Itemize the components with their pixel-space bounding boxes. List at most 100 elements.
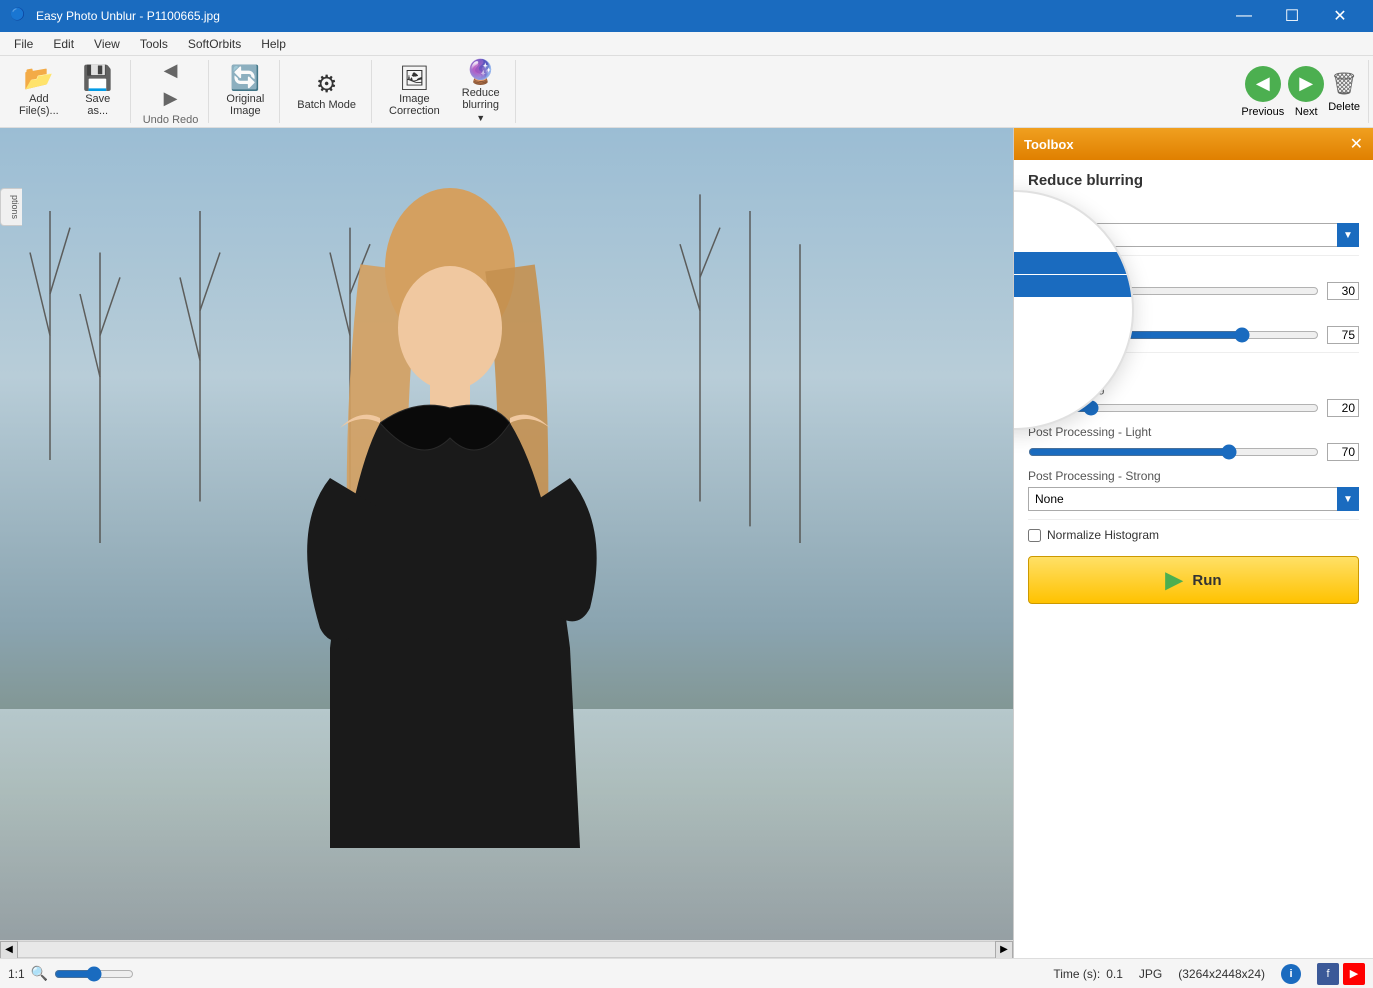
undo-redo-container: ◀ ▶ Undo Redo — [139, 58, 203, 126]
resolution-section: (3264x2448x24) — [1178, 967, 1265, 981]
reduce-blurring-button[interactable]: 🔮 Reduceblurring ▼ — [453, 62, 509, 122]
scroll-left-button[interactable]: ◀ — [0, 941, 18, 959]
status-bar: 1:1 🔍 Time (s): 0.1 JPG (3264x2448x24) i… — [0, 958, 1373, 988]
next-nav-item: ▶ Next — [1288, 66, 1324, 118]
previous-button[interactable]: ◀ — [1245, 66, 1281, 102]
app-icon: 🔵 — [10, 7, 28, 25]
batch-group: ⚙ Batch Mode — [282, 60, 372, 123]
batch-mode-label: Batch Mode — [297, 99, 356, 111]
post-strong-select[interactable]: None Light Medium Strong — [1028, 487, 1359, 511]
divider-3 — [1028, 519, 1359, 520]
run-button[interactable]: ▶ Run — [1028, 556, 1359, 604]
time-value: 0.1 — [1106, 967, 1123, 981]
add-files-button[interactable]: 📂 AddFile(s)... — [10, 62, 68, 122]
social-buttons: f ▶ — [1317, 963, 1365, 985]
smoothness-slider-row: 30 — [1028, 282, 1359, 300]
menu-file[interactable]: File — [4, 32, 43, 55]
add-files-icon: 📂 — [24, 67, 54, 91]
next-button[interactable]: ▶ — [1288, 66, 1324, 102]
maximize-button[interactable]: ☐ — [1269, 0, 1315, 32]
presets-label: Presets — [1028, 203, 1359, 217]
run-arrow-icon: ▶ — [1165, 567, 1182, 593]
toolbox-close-button[interactable]: ✕ — [1350, 134, 1363, 154]
post-strong-label: Post Processing - Strong — [1028, 469, 1359, 483]
image-correction-button[interactable]: 🖼 ImageCorrection — [380, 62, 449, 122]
minimize-button[interactable]: — — [1221, 0, 1267, 32]
toolbox-panel: Toolbox ✕ Light Gentle Soft Medium Stron… — [1013, 128, 1373, 958]
menu-softorbits[interactable]: SoftOrbits — [178, 32, 251, 55]
toolbox-body: Light Gentle Soft Medium Strong Reduce b… — [1014, 160, 1373, 616]
time-label: Time (s): — [1053, 967, 1100, 981]
post-light-slider[interactable] — [1028, 443, 1319, 461]
toolbox-header: Toolbox ✕ — [1014, 128, 1373, 160]
preprocessing-slider[interactable] — [1028, 399, 1319, 417]
detail-slider[interactable] — [1028, 326, 1319, 344]
undo-group: ◀ ▶ Undo Redo — [133, 60, 210, 123]
batch-mode-button[interactable]: ⚙ Batch Mode — [288, 62, 365, 122]
detail-group: Detail 75 — [1028, 308, 1359, 344]
scroll-track[interactable] — [18, 941, 995, 958]
preprocessing-label: Preprocessing — [1028, 381, 1359, 395]
close-button[interactable]: ✕ — [1317, 0, 1363, 32]
youtube-button[interactable]: ▶ — [1343, 963, 1365, 985]
options-handle[interactable]: ptions — [0, 188, 22, 226]
save-icon: 💾 — [83, 67, 113, 91]
time-section: Time (s): 0.1 — [1053, 967, 1123, 981]
delete-button[interactable]: 🗑 — [1330, 71, 1358, 97]
title-bar: 🔵 Easy Photo Unblur - P1100665.jpg — ☐ ✕ — [0, 0, 1373, 32]
view-group: 🔄 OriginalImage — [211, 60, 280, 123]
original-image-icon: 🔄 — [230, 67, 260, 91]
denoise-label: Denoise — [1028, 361, 1359, 375]
divider-1 — [1028, 255, 1359, 256]
zoom-level: 1:1 — [8, 967, 25, 981]
undo-button[interactable]: ◀ — [153, 58, 189, 84]
toolbox-title: Toolbox — [1024, 137, 1074, 152]
delete-label: Delete — [1328, 101, 1360, 113]
detail-slider-row: 75 — [1028, 326, 1359, 344]
menu-view[interactable]: View — [84, 32, 130, 55]
menu-edit[interactable]: Edit — [43, 32, 84, 55]
run-label: Run — [1192, 572, 1221, 589]
image-area[interactable]: ptions ◀ ▶ — [0, 128, 1013, 958]
post-light-group: Post Processing - Light 70 — [1028, 425, 1359, 461]
resolution-value: (3264x2448x24) — [1178, 967, 1265, 981]
detail-label: Detail — [1028, 308, 1359, 322]
normalize-checkbox[interactable] — [1028, 529, 1041, 542]
file-format: JPG — [1139, 967, 1162, 981]
redo-button[interactable]: ▶ — [153, 86, 189, 112]
previous-label: Previous — [1241, 106, 1284, 118]
dropdown-arrow-small: ▼ — [476, 113, 485, 123]
normalize-row: Normalize Histogram — [1028, 528, 1359, 542]
smoothness-slider[interactable] — [1028, 282, 1319, 300]
facebook-button[interactable]: f — [1317, 963, 1339, 985]
next-label: Next — [1295, 106, 1318, 118]
toolbar: 📂 AddFile(s)... 💾 Saveas... ◀ ▶ Undo Red… — [0, 56, 1373, 128]
smoothness-label: Smoothness — [1028, 264, 1359, 278]
horizontal-scrollbar[interactable]: ◀ ▶ — [0, 940, 1013, 958]
options-label: ptions — [10, 195, 20, 219]
delete-nav-item: 🗑 Delete — [1328, 71, 1360, 113]
menu-help[interactable]: Help — [251, 32, 296, 55]
post-strong-group: Post Processing - Strong None Light Medi… — [1028, 469, 1359, 511]
detail-value: 75 — [1327, 326, 1359, 344]
preset-select-wrapper: Light Gentle Soft Medium Strong ▼ — [1028, 223, 1359, 247]
app-title: Easy Photo Unblur - P1100665.jpg — [36, 9, 1221, 23]
correction-group: 🖼 ImageCorrection 🔮 Reduceblurring ▼ — [374, 60, 516, 123]
reduce-blurring-icon: 🔮 — [466, 61, 496, 85]
preset-select[interactable]: Light Gentle Soft Medium Strong — [1028, 223, 1359, 247]
window-controls: — ☐ ✕ — [1221, 0, 1363, 32]
preprocessing-value: 20 — [1327, 399, 1359, 417]
zoom-slider[interactable] — [54, 965, 134, 983]
toolbox-content: Reduce blurring Presets Light Gentle Sof… — [1014, 160, 1373, 616]
post-light-value: 70 — [1327, 443, 1359, 461]
nav-group: ◀ Previous ▶ Next 🗑 Delete — [1233, 60, 1369, 123]
smoothness-value: 30 — [1327, 282, 1359, 300]
image-correction-icon: 🖼 — [399, 67, 429, 91]
save-as-button[interactable]: 💾 Saveas... — [72, 62, 124, 122]
scroll-right-button[interactable]: ▶ — [995, 941, 1013, 959]
menu-tools[interactable]: Tools — [130, 32, 178, 55]
previous-nav-item: ◀ Previous — [1241, 66, 1284, 118]
main-area: ptions ◀ ▶ Toolbox ✕ Light Gentle Soft — [0, 128, 1373, 958]
info-button[interactable]: i — [1281, 964, 1301, 984]
original-image-button[interactable]: 🔄 OriginalImage — [217, 62, 273, 122]
